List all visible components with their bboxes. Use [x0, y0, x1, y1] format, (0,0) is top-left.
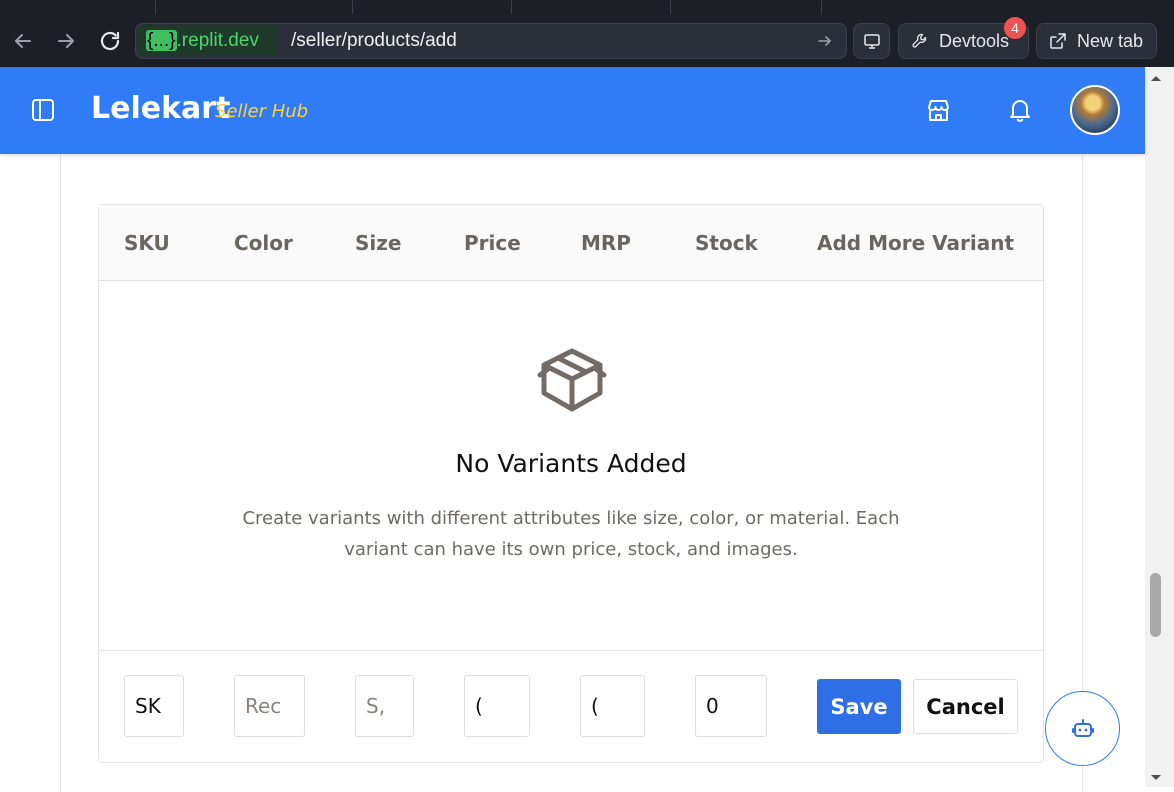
url-host-brace: {...}	[146, 30, 177, 51]
stock-input[interactable]	[695, 675, 767, 737]
address-bar[interactable]: {...}.replit.dev /seller/products/add	[135, 23, 847, 59]
mrp-input[interactable]	[580, 675, 645, 737]
size-input[interactable]	[355, 675, 414, 737]
url-path: /seller/products/add	[291, 30, 457, 51]
column-header-color: Color	[234, 231, 293, 255]
avatar[interactable]	[1070, 85, 1120, 135]
sku-input[interactable]	[124, 675, 184, 737]
external-link-icon	[1050, 33, 1066, 49]
column-header-sku: SKU	[124, 231, 170, 255]
store-icon[interactable]	[925, 97, 952, 124]
screen-preview-button[interactable]	[853, 23, 890, 59]
scroll-down-icon[interactable]	[1148, 771, 1164, 785]
table-header: SKU Color Size Price MRP Stock Add More …	[99, 205, 1043, 281]
variants-table: SKU Color Size Price MRP Stock Add More …	[98, 204, 1044, 763]
brand-subtitle: Seller Hub	[215, 101, 309, 122]
column-header-stock: Stock	[695, 231, 758, 255]
tab-divider	[155, 0, 156, 14]
reload-icon	[100, 31, 120, 51]
url-host-domain: .replit.dev	[176, 30, 259, 51]
browser-toolbar: {...}.replit.dev /seller/products/add De…	[0, 14, 1174, 67]
cancel-button[interactable]: Cancel	[913, 679, 1018, 734]
new-tab-button[interactable]: New tab	[1036, 23, 1157, 59]
assistant-bot-button[interactable]	[1045, 691, 1120, 766]
brand-logo[interactable]: Lelekart	[91, 91, 230, 126]
monitor-icon	[863, 34, 880, 49]
column-header-add-more-variant: Add More Variant	[817, 231, 1015, 255]
column-header-price: Price	[464, 231, 521, 255]
back-button[interactable]	[8, 26, 38, 56]
tab-divider	[352, 0, 353, 14]
new-tab-label: New tab	[1077, 30, 1144, 51]
browser-tab-strip	[0, 0, 1174, 14]
column-header-size: Size	[355, 231, 402, 255]
devtools-button[interactable]: Devtools 4	[898, 17, 1029, 59]
devtools-label: Devtools	[939, 30, 1010, 51]
save-button[interactable]: Save	[817, 679, 901, 734]
empty-state-title: No Variants Added	[455, 449, 687, 478]
forward-button[interactable]	[51, 26, 81, 56]
devtools-count-badge: 4	[1004, 17, 1026, 39]
arrow-left-icon	[15, 34, 31, 48]
reload-button[interactable]	[95, 26, 125, 56]
price-input[interactable]	[464, 675, 530, 737]
scroll-up-icon[interactable]	[1148, 71, 1164, 85]
tab-divider	[511, 0, 512, 14]
app-header: Lelekart Seller Hub	[0, 67, 1145, 154]
bell-icon[interactable]	[1007, 97, 1033, 123]
empty-state: No Variants Added Create variants with d…	[99, 281, 1043, 651]
scrollbar-thumb[interactable]	[1150, 573, 1161, 637]
wrench-icon	[912, 33, 927, 48]
scrollbar[interactable]	[1145, 67, 1174, 787]
package-icon	[537, 348, 607, 412]
url-host: {...}.replit.dev	[138, 26, 278, 56]
tab-divider	[670, 0, 671, 14]
column-header-mrp: MRP	[581, 231, 631, 255]
go-arrow-icon[interactable]	[816, 32, 834, 50]
empty-state-description: Create variants with different attribute…	[242, 508, 900, 560]
main-content: SKU Color Size Price MRP Stock Add More …	[0, 152, 1145, 792]
tab-divider	[821, 0, 822, 14]
arrow-right-icon	[58, 34, 74, 48]
bot-icon	[1071, 718, 1094, 737]
sidebar-toggle-icon[interactable]	[30, 97, 56, 123]
color-input[interactable]	[234, 675, 305, 737]
